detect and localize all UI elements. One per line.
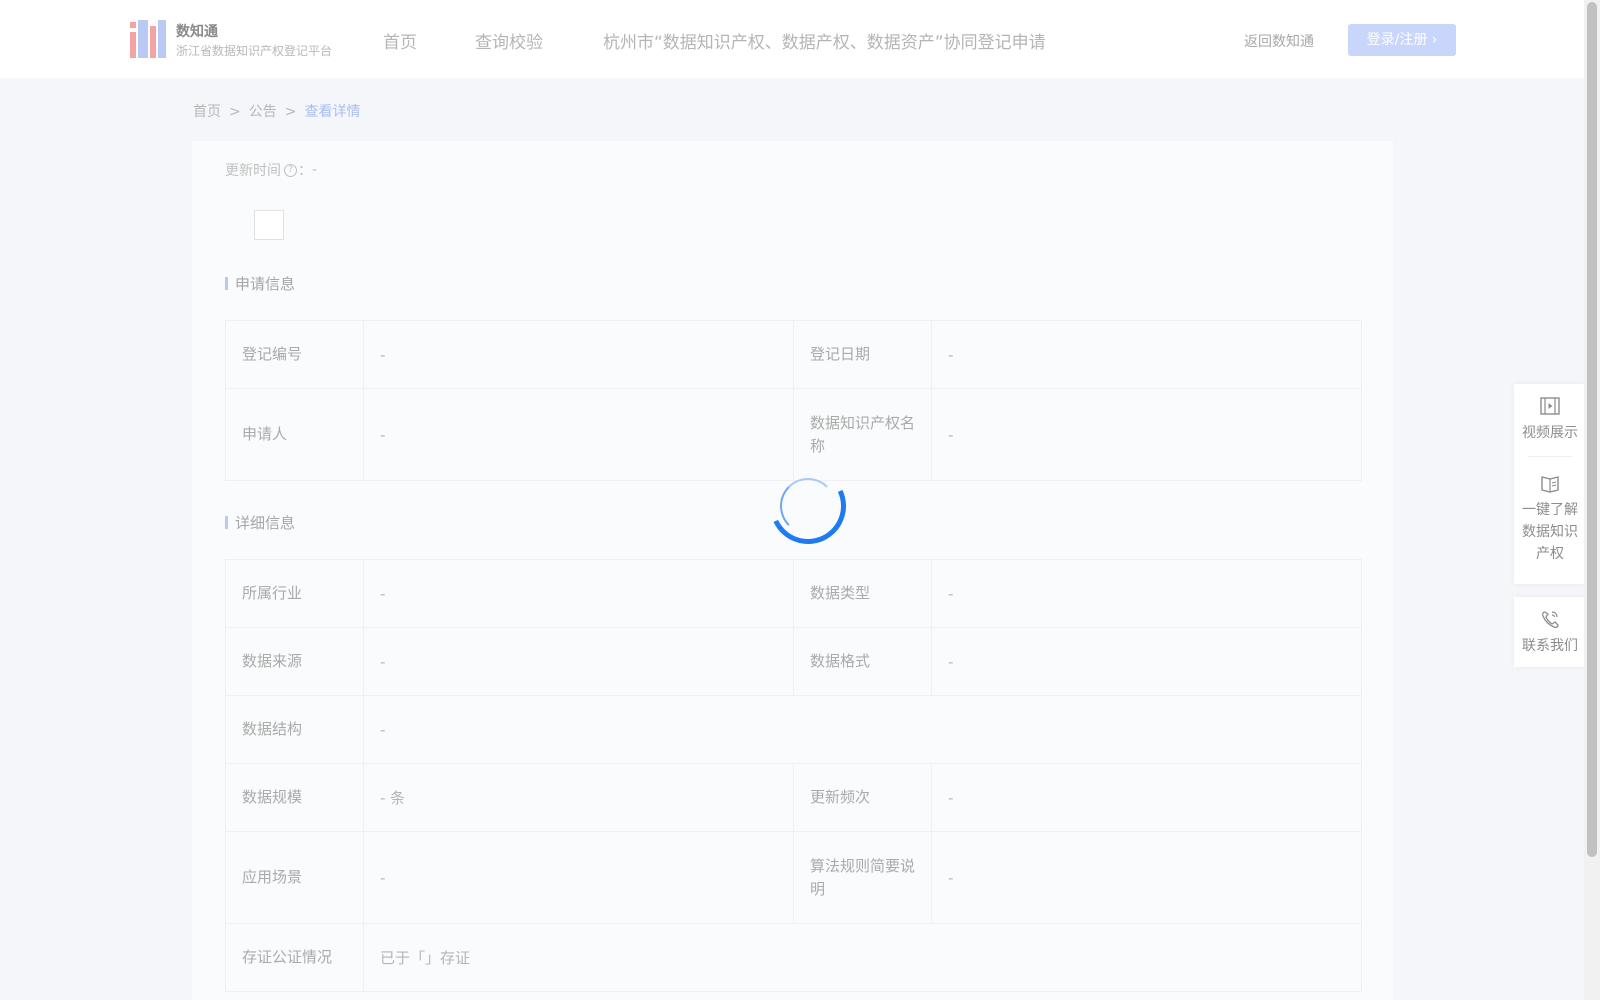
value-registration-date: - — [931, 320, 1362, 389]
table-row: 申请人 - 数据知识产权名称 - — [225, 388, 1362, 481]
side-panel-contact: 联系我们 — [1514, 597, 1586, 667]
back-to-shuzhitong-link[interactable]: 返回数知通 — [1244, 31, 1314, 51]
value-data-structure: - — [363, 695, 1362, 764]
value-notarization-status: 已于「」存证 — [363, 923, 1362, 992]
label-applicant: 申请人 — [225, 388, 364, 481]
update-time-label: 更新时间 — [225, 163, 281, 179]
label-data-scale: 数据规模 — [225, 763, 364, 832]
chevron-right-icon: › — [1431, 32, 1438, 48]
value-algorithm-description: - — [931, 831, 1362, 924]
phone-icon — [1541, 611, 1559, 629]
update-time-colon: ： — [298, 163, 312, 179]
login-button-label: 登录/注册 — [1366, 32, 1428, 48]
table-row: 数据来源 - 数据格式 - — [225, 627, 1362, 696]
side-divider — [1528, 456, 1572, 457]
thumbnail-image[interactable] — [254, 210, 284, 240]
side-panel-primary: 视频展示 一键了解数据知识产权 — [1514, 384, 1586, 584]
nav-hangzhou-registration[interactable]: 杭州市“数据知识产权、数据产权、数据资产”协同登记申请 — [603, 28, 1046, 53]
label-registration-number: 登记编号 — [225, 320, 364, 389]
value-data-format: - — [931, 627, 1362, 696]
nav-query-verify[interactable]: 查询校验 — [475, 28, 543, 53]
update-time-line: 更新时间 ? ： - — [225, 160, 317, 180]
label-data-format: 数据格式 — [793, 627, 932, 696]
value-data-scale: - 条 — [363, 763, 794, 832]
side-label-learn-ip: 一键了解数据知识产权 — [1522, 502, 1578, 562]
brand-subtitle: 浙江省数据知识产权登记平台 — [176, 44, 333, 58]
label-industry: 所属行业 — [225, 559, 364, 628]
label-application-scenario: 应用场景 — [225, 831, 364, 924]
side-label-contact: 联系我们 — [1522, 638, 1578, 654]
section-title-application: 申请信息 — [225, 273, 295, 294]
table-row: 登记编号 - 登记日期 - — [225, 320, 1362, 389]
value-registration-number: - — [363, 320, 794, 389]
application-info-table: 登记编号 - 登记日期 - 申请人 - 数据知识产权名称 - — [225, 320, 1362, 481]
platform-logo[interactable] — [130, 20, 166, 58]
label-update-frequency: 更新频次 — [793, 763, 932, 832]
table-row: 数据规模 - 条 更新频次 - — [225, 763, 1362, 832]
label-algorithm-description: 算法规则简要说明 — [793, 831, 932, 924]
value-applicant: - — [363, 388, 794, 481]
login-register-button[interactable]: 登录/注册 › — [1348, 24, 1456, 56]
breadcrumb-current: 查看详情 — [304, 104, 361, 120]
video-icon — [1540, 397, 1560, 415]
label-data-source: 数据来源 — [225, 627, 364, 696]
table-row: 应用场景 - 算法规则简要说明 - — [225, 831, 1362, 924]
breadcrumb: 首页 > 公告 > 查看详情 — [193, 101, 360, 121]
breadcrumb-separator: > — [284, 104, 297, 120]
detail-info-table: 所属行业 - 数据类型 - 数据来源 - 数据格式 - 数据结构 - 数据规模 … — [225, 559, 1362, 992]
label-data-structure: 数据结构 — [225, 695, 364, 764]
value-ip-name: - — [931, 388, 1362, 481]
label-registration-date: 登记日期 — [793, 320, 932, 389]
label-ip-name: 数据知识产权名称 — [793, 388, 932, 481]
scrollbar-thumb[interactable] — [1587, 2, 1597, 857]
top-header: 数知通 浙江省数据知识产权登记平台 首页 查询校验 杭州市“数据知识产权、数据产… — [0, 0, 1584, 78]
nav-home[interactable]: 首页 — [383, 28, 417, 53]
breadcrumb-separator: > — [229, 104, 241, 120]
label-data-type: 数据类型 — [793, 559, 932, 628]
table-row: 存证公证情况 已于「」存证 — [225, 923, 1362, 992]
detail-card: 更新时间 ? ： - 申请信息 登记编号 - 登记日期 - 申请人 - 数据知识… — [192, 141, 1393, 1000]
question-circle-icon[interactable]: ? — [284, 163, 297, 177]
value-update-frequency: - — [931, 763, 1362, 832]
value-data-source: - — [363, 627, 794, 696]
table-row: 所属行业 - 数据类型 - — [225, 559, 1362, 628]
side-item-video[interactable]: 视频展示 — [1514, 384, 1586, 452]
section-title-details: 详细信息 — [225, 512, 295, 533]
value-application-scenario: - — [363, 831, 794, 924]
spinner-inner-arc — [780, 478, 836, 534]
value-industry: - — [363, 559, 794, 628]
side-label-video: 视频展示 — [1522, 425, 1578, 441]
brand-name: 数知通 — [176, 24, 218, 40]
update-time-value: - — [312, 162, 318, 178]
side-item-contact[interactable]: 联系我们 — [1514, 597, 1586, 665]
table-row: 数据结构 - — [225, 695, 1362, 764]
breadcrumb-home[interactable]: 首页 — [193, 104, 221, 120]
label-notarization-status: 存证公证情况 — [225, 923, 364, 992]
side-item-learn-ip[interactable]: 一键了解数据知识产权 — [1514, 461, 1586, 573]
breadcrumb-announcement[interactable]: 公告 — [249, 104, 277, 120]
book-icon — [1541, 476, 1559, 493]
loading-spinner-icon — [759, 457, 857, 555]
value-data-type: - — [931, 559, 1362, 628]
